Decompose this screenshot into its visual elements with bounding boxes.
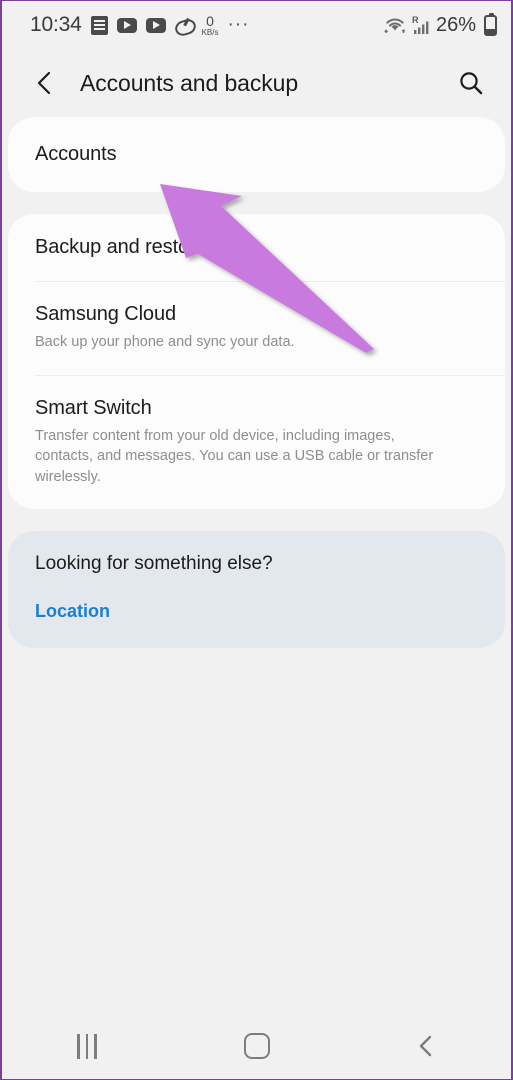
phone-screen: 10:34 0 KB/s ··· R 26% Accounts and back…	[0, 0, 513, 1080]
settings-row-subtitle: Transfer content from your old device, i…	[35, 427, 434, 485]
search-icon	[460, 72, 483, 95]
search-button[interactable]	[453, 65, 489, 101]
nav-recents-button[interactable]	[2, 1013, 172, 1079]
battery-icon	[484, 12, 497, 36]
accounts-card: Accounts	[8, 117, 505, 192]
network-speed-unit: KB/s	[201, 27, 219, 37]
home-icon	[243, 1033, 270, 1059]
settings-row-smart-switch[interactable]: Smart Switch Transfer content from your …	[8, 374, 505, 510]
status-bar-right: R 26%	[384, 12, 497, 37]
youtube-icon	[116, 17, 137, 33]
suggestions-title: Looking for something else?	[35, 553, 273, 575]
back-button[interactable]	[28, 66, 62, 100]
network-speed-value: 0	[206, 12, 214, 29]
signal-strength-icon: R	[411, 15, 429, 34]
settings-row-title: Backup and restore	[35, 236, 207, 258]
youtube-icon-2	[145, 17, 166, 33]
wifi-icon	[384, 16, 406, 34]
recents-icon	[76, 1033, 97, 1059]
status-clock: 10:34	[30, 13, 82, 36]
suggestions-card: Looking for something else? Location	[8, 531, 505, 649]
suggestion-link-location[interactable]: Location	[8, 601, 137, 622]
navigation-bar	[2, 1013, 511, 1079]
page-title: Accounts and backup	[80, 69, 299, 96]
nav-home-button[interactable]	[172, 1013, 342, 1079]
status-bar-left: 10:34 0 KB/s ···	[30, 13, 249, 37]
nav-back-button[interactable]	[341, 1013, 511, 1079]
disc-icon	[175, 19, 193, 32]
settings-row-accounts[interactable]: Accounts	[8, 117, 505, 192]
settings-row-title: Samsung Cloud	[35, 303, 177, 325]
app-bar: Accounts and backup	[2, 49, 511, 117]
backup-card: Backup and restore Samsung Cloud Back up…	[8, 214, 505, 510]
battery-percent-label: 26%	[435, 13, 476, 36]
settings-row-backup-and-restore[interactable]: Backup and restore	[8, 214, 505, 281]
settings-content: Accounts Backup and restore Samsung Clou…	[2, 117, 511, 649]
back-chevron-icon	[419, 1035, 432, 1057]
settings-row-title: Smart Switch	[35, 396, 152, 419]
settings-row-title: Accounts	[35, 143, 117, 165]
status-bar: 10:34 0 KB/s ··· R 26%	[2, 1, 511, 49]
overflow-dots-icon: ···	[227, 14, 250, 35]
network-speed-indicator: 0 KB/s	[202, 14, 219, 37]
document-icon	[90, 15, 108, 35]
settings-row-samsung-cloud[interactable]: Samsung Cloud Back up your phone and syn…	[8, 281, 505, 375]
settings-row-subtitle: Back up your phone and sync your data.	[35, 334, 295, 350]
